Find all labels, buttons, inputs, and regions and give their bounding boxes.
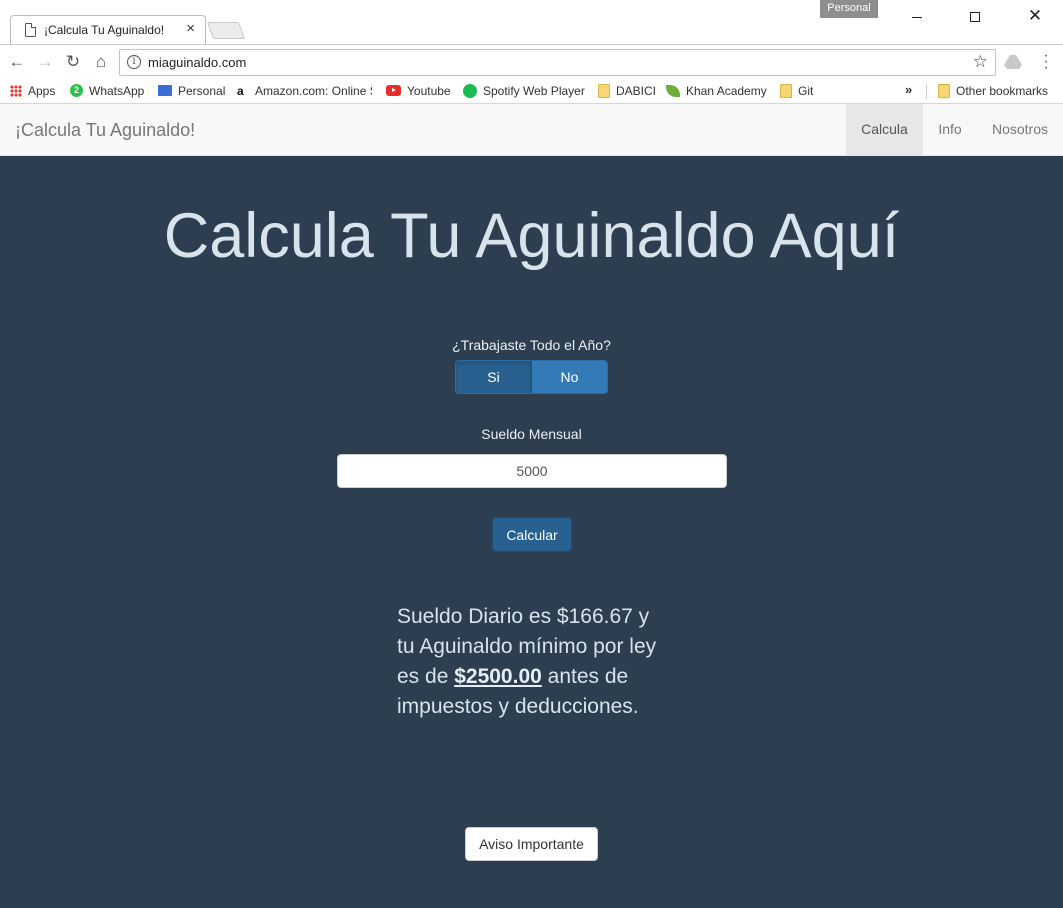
address-bar[interactable]: i miaguinaldo.com ☆ (119, 49, 996, 76)
salary-input[interactable] (337, 454, 727, 488)
salary-label: Sueldo Mensual (481, 426, 582, 442)
bookmark-label: Khan Academy (686, 84, 767, 98)
maximize-icon[interactable] (955, 4, 995, 28)
toggle-no-button[interactable]: No (532, 361, 607, 393)
site-navbar: ¡Calcula Tu Aguinaldo! Calcula Info Noso… (0, 104, 1063, 156)
toggle-yes-button[interactable]: Si (456, 361, 532, 393)
bookmark-youtube[interactable]: Youtube (386, 82, 451, 100)
tab-close-icon[interactable]: × (186, 21, 195, 37)
bookmark-label: Youtube (407, 84, 451, 98)
kebab-menu-icon[interactable]: · · · (1040, 48, 1052, 76)
bookmark-label: Other bookmarks (956, 84, 1049, 98)
folder-icon (938, 83, 950, 98)
bookmark-git[interactable]: Git (780, 82, 813, 100)
site-brand[interactable]: ¡Calcula Tu Aguinaldo! (15, 120, 195, 141)
page-title: Calcula Tu Aguinaldo Aquí (163, 201, 900, 271)
bookmarks-bar: Apps 2 WhatsApp Personal a Amazon.com: Onl… (0, 79, 1063, 104)
full-year-toggle: Si No (455, 360, 608, 394)
bookmark-label: Amazon.com: Online S (255, 84, 372, 98)
back-arrow-icon[interactable]: ← (7, 52, 27, 72)
bookmark-whatsapp[interactable]: 2 WhatsApp (70, 82, 144, 100)
bookmark-label: Spotify Web Player (483, 84, 585, 98)
bookmark-label: WhatsApp (89, 84, 145, 98)
notice-button[interactable]: Aviso Importante (465, 827, 598, 861)
url-text[interactable]: miaguinaldo.com (148, 55, 246, 70)
bookmark-apps[interactable]: Apps (10, 82, 55, 100)
nav-calcula[interactable]: Calcula (846, 104, 923, 155)
bookmark-dabici[interactable]: DABICI (598, 82, 656, 100)
bookmark-label: Git (798, 84, 814, 98)
whatsapp-icon: 2 (70, 84, 83, 98)
google-drive-icon[interactable] (1004, 55, 1022, 69)
minimize-icon[interactable] (897, 4, 937, 28)
page-icon (25, 23, 36, 37)
calculate-button[interactable]: Calcular (492, 517, 572, 552)
bookmark-star-icon[interactable]: ☆ (973, 52, 988, 72)
bookmarks-overflow-icon[interactable]: » (905, 82, 912, 97)
nav-nosotros[interactable]: Nosotros (977, 104, 1063, 155)
forward-arrow-icon[interactable]: → (35, 52, 55, 72)
bookmark-label: Personal (178, 84, 226, 98)
info-icon[interactable]: i (127, 55, 141, 69)
bookmark-spotify[interactable]: Spotify Web Player (463, 82, 585, 100)
browser-toolbar: ← → ↻ ⌂ i miaguinaldo.com ☆ · · · (0, 44, 1063, 79)
spotify-icon (463, 83, 477, 98)
browser-tab[interactable]: ¡Calcula Tu Aguinaldo! × (10, 15, 206, 45)
amazon-icon: a (237, 83, 244, 98)
folder-icon (598, 83, 610, 98)
bookmark-personal[interactable]: Personal (158, 82, 225, 100)
window-close-icon[interactable]: ✕ (1015, 4, 1055, 28)
bookmark-label: Apps (28, 84, 56, 98)
tab-title: ¡Calcula Tu Aguinaldo! (44, 23, 165, 37)
mail-icon (158, 85, 172, 97)
apps-grid-icon (10, 84, 22, 97)
result-amount: $2500.00 (454, 665, 542, 688)
bookmark-khan-academy[interactable]: Khan Academy (666, 82, 767, 100)
reload-icon[interactable]: ↻ (63, 52, 83, 72)
new-tab-button[interactable] (206, 22, 246, 39)
home-icon[interactable]: ⌂ (91, 52, 111, 72)
nav-info[interactable]: Info (923, 104, 977, 155)
khan-leaf-icon (666, 84, 680, 97)
folder-icon (780, 83, 792, 98)
question-label: ¿Trabajaste Todo el Año? (452, 337, 611, 353)
bookmark-amazon[interactable]: a Amazon.com: Online S (237, 82, 372, 100)
youtube-icon (386, 85, 401, 97)
other-bookmarks[interactable]: Other bookmarks (938, 82, 1048, 100)
bookmark-label: DABICI (616, 84, 657, 98)
profile-badge[interactable]: Personal (820, 0, 878, 18)
result-text: Sueldo Diario es $166.67 y tu Aguinaldo … (397, 602, 672, 722)
browser-titlebar: ¡Calcula Tu Aguinaldo! × Personal ✕ (0, 0, 1063, 45)
bookmarks-divider (926, 84, 927, 99)
